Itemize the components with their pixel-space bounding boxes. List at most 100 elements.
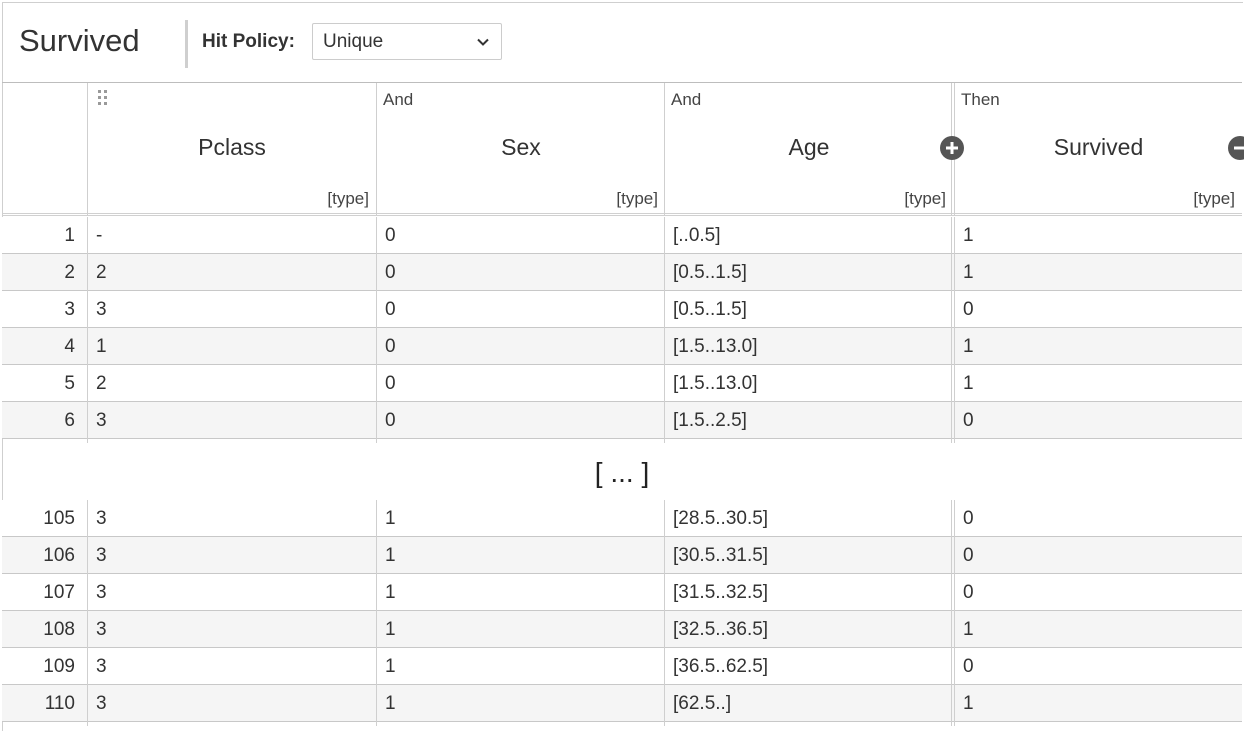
input-output-divider — [951, 500, 955, 726]
column-divider — [376, 217, 377, 443]
cell-sex[interactable]: 1 — [377, 611, 664, 648]
cell-age[interactable]: [28.5..30.5] — [665, 500, 951, 537]
cell-age[interactable]: [32.5..36.5] — [665, 611, 951, 648]
cell-sex[interactable]: 0 — [377, 365, 664, 402]
cell-survived[interactable]: 0 — [955, 648, 1242, 685]
table-row[interactable]: 107 3 1 [31.5..32.5] 0 — [2, 574, 1242, 611]
cell-survived[interactable]: 0 — [955, 574, 1242, 611]
cell-survived[interactable]: 1 — [955, 685, 1242, 722]
cell-age[interactable]: [1.5..13.0] — [665, 328, 951, 365]
cell-pclass[interactable]: 2 — [88, 365, 376, 402]
row-number: 105 — [43, 508, 75, 529]
column-type[interactable]: [type] — [616, 189, 658, 209]
cell-age[interactable]: [0.5..1.5] — [665, 291, 951, 328]
cell-survived[interactable]: 1 — [955, 254, 1242, 291]
table-row[interactable]: 106 3 1 [30.5..31.5] 0 — [2, 537, 1242, 574]
table-row[interactable]: 4 1 0 [1.5..13.0] 1 — [2, 328, 1242, 365]
table-row[interactable]: 3 3 0 [0.5..1.5] 0 — [2, 291, 1242, 328]
column-divider — [664, 217, 665, 443]
cell-age[interactable]: [31.5..32.5] — [665, 574, 951, 611]
cell-pclass[interactable]: 3 — [88, 611, 376, 648]
table-header: Pclass [type] And Sex [type] And Age [ty… — [2, 82, 1244, 216]
table-row[interactable]: 5 2 0 [1.5..13.0] 1 — [2, 365, 1242, 402]
cell-sex[interactable]: 0 — [377, 291, 664, 328]
cell-sex[interactable]: 0 — [377, 217, 664, 254]
cell-age[interactable]: [1.5..13.0] — [665, 365, 951, 402]
input-column-sex[interactable]: And Sex [type] — [377, 83, 665, 216]
column-kind: And — [383, 90, 414, 109]
cell-survived[interactable]: 1 — [955, 217, 1242, 254]
cell-survived[interactable]: 0 — [955, 291, 1242, 328]
table-row[interactable]: 109 3 1 [36.5..62.5] 0 — [2, 648, 1242, 685]
row-number: 107 — [43, 582, 75, 603]
add-output-column-icon[interactable] — [1227, 135, 1244, 161]
cell-age[interactable]: [36.5..62.5] — [665, 648, 951, 685]
cell-sex[interactable]: 1 — [377, 537, 664, 574]
column-divider — [376, 83, 377, 216]
header-rule — [2, 215, 1242, 216]
cell-age[interactable]: [62.5..] — [665, 685, 951, 722]
row-number: 108 — [43, 619, 75, 640]
row-number: 5 — [64, 373, 75, 394]
cell-age[interactable]: [30.5..31.5] — [665, 537, 951, 574]
column-divider — [376, 500, 377, 726]
cell-pclass[interactable]: 3 — [88, 685, 376, 722]
column-divider — [664, 83, 665, 216]
cell-survived[interactable]: 0 — [955, 402, 1242, 439]
column-type[interactable]: [type] — [1193, 189, 1235, 209]
table-row[interactable]: 110 3 1 [62.5..] 1 — [2, 685, 1242, 722]
cell-survived[interactable]: 1 — [955, 611, 1242, 648]
cell-sex[interactable]: 0 — [377, 328, 664, 365]
table-row[interactable]: 105 3 1 [28.5..30.5] 0 — [2, 500, 1242, 537]
table-row[interactable]: 6 3 0 [1.5..2.5] 0 — [2, 402, 1242, 439]
cell-sex[interactable]: 1 — [377, 500, 664, 537]
column-type[interactable]: [type] — [904, 189, 946, 209]
header-rule — [2, 213, 1242, 214]
input-column-age[interactable]: And Age [type] — [665, 83, 953, 216]
cell-pclass[interactable]: 3 — [88, 648, 376, 685]
cell-survived[interactable]: 1 — [955, 365, 1242, 402]
column-kind: Then — [961, 90, 1000, 109]
table-row[interactable]: 108 3 1 [32.5..36.5] 1 — [2, 611, 1242, 648]
row-number: 2 — [64, 262, 75, 283]
cell-pclass[interactable]: 3 — [88, 402, 376, 439]
cell-sex[interactable]: 0 — [377, 402, 664, 439]
input-column-pclass[interactable]: Pclass [type] — [88, 83, 376, 216]
cell-age[interactable]: [1.5..2.5] — [665, 402, 951, 439]
cell-pclass[interactable]: 3 — [88, 291, 376, 328]
row-number: 6 — [64, 410, 75, 431]
column-title: Survived — [1053, 134, 1144, 160]
hit-policy-label: Hit Policy: — [202, 31, 295, 52]
cell-age[interactable]: [..0.5] — [665, 217, 951, 254]
table-row[interactable]: 1 - 0 [..0.5] 1 — [2, 217, 1242, 254]
row-number-header — [2, 83, 87, 216]
cell-survived[interactable]: 0 — [955, 537, 1242, 574]
omitted-rows-ellipsis: [ ... ] — [594, 457, 650, 488]
drag-handle-icon[interactable] — [96, 88, 110, 108]
cell-sex[interactable]: 0 — [377, 254, 664, 291]
cell-sex[interactable]: 1 — [377, 685, 664, 722]
row-number: 109 — [43, 656, 75, 677]
cell-pclass[interactable]: 1 — [88, 328, 376, 365]
cell-pclass[interactable]: 3 — [88, 537, 376, 574]
chevron-down-icon — [477, 38, 489, 46]
column-type[interactable]: [type] — [327, 189, 369, 209]
cell-pclass[interactable]: - — [88, 217, 376, 254]
row-number: 4 — [64, 336, 75, 357]
column-title: Age — [788, 134, 830, 160]
column-title: Pclass — [198, 134, 266, 160]
add-input-column-icon[interactable] — [939, 135, 965, 161]
hit-policy-select[interactable]: Unique — [312, 23, 502, 60]
decision-table-name[interactable]: Survived — [19, 23, 140, 59]
cell-age[interactable]: [0.5..1.5] — [665, 254, 951, 291]
cell-pclass[interactable]: 2 — [88, 254, 376, 291]
cell-sex[interactable]: 1 — [377, 574, 664, 611]
cell-survived[interactable]: 1 — [955, 328, 1242, 365]
cell-sex[interactable]: 1 — [377, 648, 664, 685]
output-column-survived[interactable]: Then Survived [type] — [955, 83, 1242, 216]
cell-pclass[interactable]: 3 — [88, 574, 376, 611]
cell-pclass[interactable]: 3 — [88, 500, 376, 537]
table-row[interactable]: 2 2 0 [0.5..1.5] 1 — [2, 254, 1242, 291]
header-divider — [185, 20, 188, 68]
cell-survived[interactable]: 0 — [955, 500, 1242, 537]
